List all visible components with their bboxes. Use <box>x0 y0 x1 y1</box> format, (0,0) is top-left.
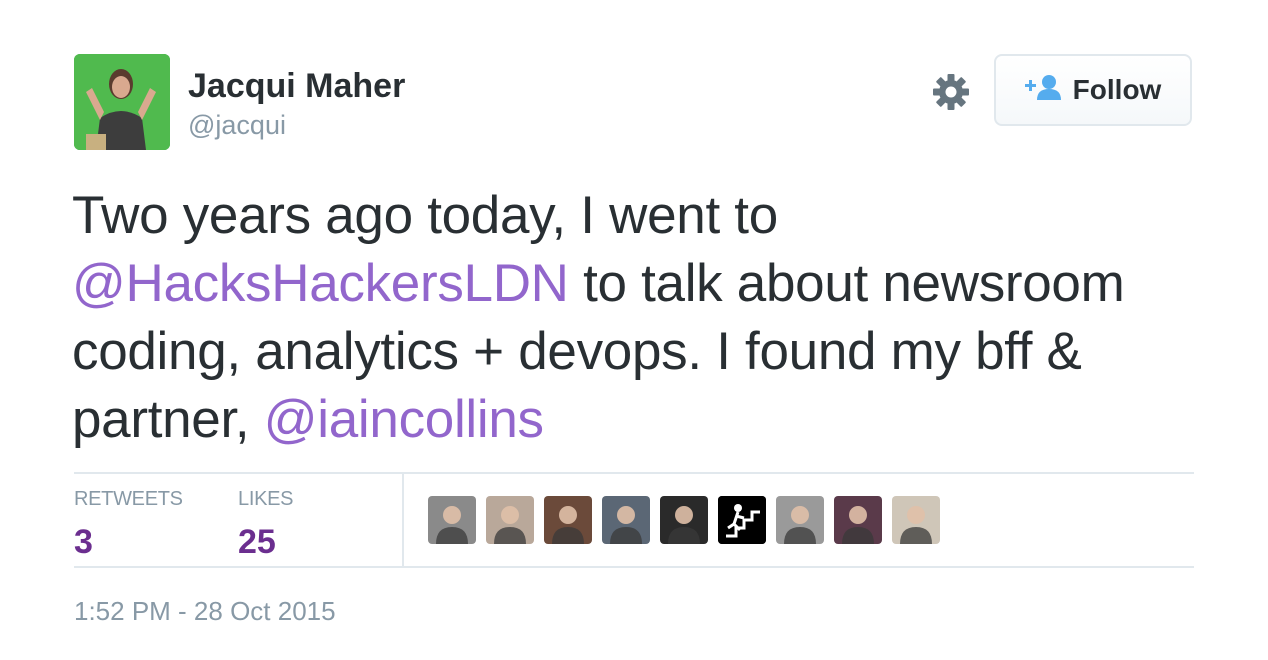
likes-label: LIKES <box>238 488 294 510</box>
liker-avatar-5[interactable] <box>660 496 708 544</box>
user-display-name[interactable]: Jacqui Maher <box>188 67 405 106</box>
divider <box>74 472 1194 474</box>
retweets-label: RETWEETS <box>74 488 183 510</box>
gear-icon[interactable] <box>931 72 971 112</box>
follow-button-label: Follow <box>1072 74 1162 105</box>
likes-stat[interactable]: LIKES 25 <box>238 488 294 562</box>
liker-avatar-1[interactable] <box>428 496 476 544</box>
tweet-timestamp[interactable]: 1:52 PM - 28 Oct 2015 <box>74 596 336 627</box>
liker-avatar-7[interactable] <box>776 496 824 544</box>
liker-avatar-3[interactable] <box>544 496 592 544</box>
likes-count: 25 <box>238 523 276 561</box>
mention-link[interactable]: @iaincollins <box>264 390 544 449</box>
profile-avatar[interactable] <box>74 54 170 150</box>
liker-avatar-8[interactable] <box>834 496 882 544</box>
retweets-stat[interactable]: RETWEETS 3 <box>74 488 183 562</box>
retweets-count: 3 <box>74 523 93 561</box>
likers-avatar-list <box>428 496 940 544</box>
tweet-text-part: Two years ago today, I went to <box>72 186 778 245</box>
liker-avatar-6[interactable] <box>718 496 766 544</box>
follow-person-plus-icon <box>1024 73 1061 108</box>
stats-divider <box>402 474 404 568</box>
liker-avatar-2[interactable] <box>486 496 534 544</box>
user-handle[interactable]: @jacqui <box>188 110 286 141</box>
liker-avatar-4[interactable] <box>602 496 650 544</box>
follow-button[interactable]: Follow <box>994 54 1192 126</box>
mention-link[interactable]: @HacksHackersLDN <box>72 254 569 313</box>
tweet-text: Two years ago today, I went to @HacksHack… <box>72 182 1212 454</box>
liker-avatar-9[interactable] <box>892 496 940 544</box>
divider <box>74 566 1194 568</box>
